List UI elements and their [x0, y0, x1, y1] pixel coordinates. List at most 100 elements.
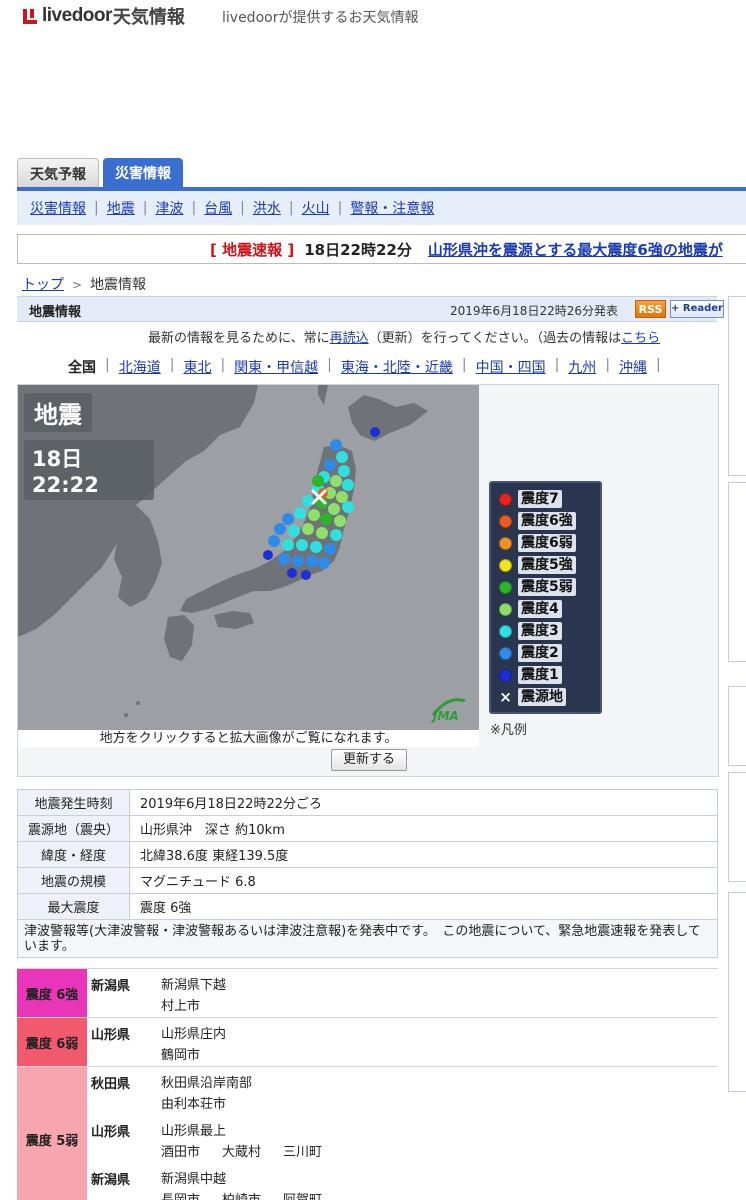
intensity-row: 震度 6弱 山形県 山形県庄内 鶴岡市	[17, 1017, 718, 1067]
legend-dot-icon	[499, 580, 512, 594]
update-button[interactable]: 更新する	[331, 749, 407, 771]
region-current: 全国	[68, 360, 96, 376]
reload-note: 最新の情報を見るために、常に再読込（更新）を行ってください。（過去の情報はこちら	[148, 331, 661, 346]
tab-weather-forecast[interactable]: 天気予報	[17, 158, 99, 188]
table-row: 地震の規模 マグニチュード 6.8	[17, 867, 718, 894]
breadcrumb-current: 地震情報	[90, 277, 147, 293]
area-region: 新潟県中越	[161, 1172, 227, 1187]
map-time: 18日22:22	[24, 440, 154, 500]
area-region: 山形県最上	[161, 1124, 227, 1139]
legend-dot-icon	[499, 492, 512, 506]
subnav-disaster-info[interactable]: 災害情報	[30, 198, 86, 218]
region-chugoku[interactable]: 中国・四国	[476, 357, 546, 377]
area-region: 新潟県下越	[161, 978, 227, 993]
tsunami-note: 津波警報等(大津波警報・津波警報あるいは津波注意報)を発表中です。 この地震につ…	[17, 919, 718, 958]
info-header: 地震情報 2019年6月18日22時26分発表 RSS + Reader	[17, 296, 724, 322]
area-list: 新潟県下越 村上市	[159, 968, 718, 1018]
sidebar-box	[728, 296, 746, 476]
city: 由利本荘市	[161, 1097, 227, 1112]
reader-button[interactable]: + Reader	[670, 300, 724, 318]
row-value: マグニチュード 6.8	[129, 867, 718, 894]
intensity-row: 震度 6強 新潟県 新潟県下越 村上市	[17, 968, 718, 1018]
intensity-legend: 震度7 震度6強 震度6弱 震度5強 震度5弱 震度4 震度3 震度2 震度1 …	[489, 481, 602, 714]
region-kanto[interactable]: 関東・甲信越	[234, 357, 318, 377]
subnav-divider: |	[337, 200, 343, 216]
area-list: 新潟県中越 長岡市 柏崎市 阿賀町	[159, 1163, 718, 1200]
region-nav: 全国 | 北海道 | 東北 | 関東・甲信越 | 東海・北陸・近畿 | 中国・四国 | 九州…	[68, 357, 661, 377]
reload-link[interactable]: 再読込	[330, 331, 369, 346]
legend-item: 震度6強	[499, 510, 592, 532]
flash-headline-link[interactable]: 山形県沖を震源とする最大震度6強の地震が	[428, 239, 723, 260]
city: 阿賀町	[283, 1190, 322, 1200]
brand-suffix: 天気情報	[112, 7, 185, 28]
legend-item: 震度7	[499, 488, 592, 510]
table-row: 津波警報等(大津波警報・津波警報あるいは津波注意報)を発表中です。 この地震につ…	[17, 919, 718, 958]
legend-item: 震度5弱	[499, 576, 592, 598]
breadcrumb-home[interactable]: トップ	[22, 277, 64, 293]
map-label-box: 地震 18日22:22	[24, 393, 154, 500]
livedoor-logo-icon	[22, 7, 38, 25]
intensity-level: 震度 5弱	[17, 1066, 87, 1200]
earthquake-flash-bar: [ 地震速報 ] 18日22時22分 山形県沖を震源とする最大震度6強の地震が	[17, 234, 746, 264]
city: 長岡市	[161, 1190, 200, 1200]
region-tokai[interactable]: 東海・北陸・近畿	[341, 357, 453, 377]
sidebar-box	[728, 686, 746, 766]
subnav-divider: |	[142, 200, 148, 216]
intensity-map[interactable]: 地震 18日22:22 JMA	[18, 385, 479, 730]
prefecture: 山形県	[91, 1125, 131, 1140]
region-kyushu[interactable]: 九州	[568, 357, 596, 377]
legend-dot-icon	[499, 668, 512, 682]
intensity-table: 震度 6強 新潟県 新潟県下越 村上市 震度 6弱 山形県 山形県庄内 鶴岡市 …	[17, 968, 718, 1200]
row-label: 緯度・経度	[17, 841, 130, 868]
legend-dot-icon	[499, 558, 512, 572]
prefecture: 新潟県	[87, 968, 159, 1018]
table-row: 地震発生時刻 2019年6月18日22時22分ごろ	[17, 789, 718, 816]
area-list: 山形県庄内 鶴岡市	[159, 1017, 718, 1067]
subnav-earthquake[interactable]: 地震	[107, 198, 135, 218]
row-label: 地震発生時刻	[17, 789, 130, 816]
region-tohoku[interactable]: 東北	[183, 357, 211, 377]
earthquake-info-table: 地震発生時刻 2019年6月18日22時22分ごろ 震源地（震央） 山形県沖 深さ …	[17, 789, 718, 958]
legend-item: 震度2	[499, 642, 592, 664]
map-panel: 地震 18日22:22 JMA 地方をクリックすると拡大画像がご覧になれます。 …	[17, 384, 719, 777]
legend-dot-icon	[499, 602, 512, 616]
brand-name: livedoor	[42, 5, 112, 26]
site-logo[interactable]: livedoor 天気情報	[22, 3, 185, 29]
region-hokkaido[interactable]: 北海道	[119, 357, 161, 377]
disaster-sub-nav: 災害情報 | 地震 | 津波 | 台風 | 洪水 | 火山 | 警報・注意報	[17, 191, 746, 225]
region-okinawa[interactable]: 沖縄	[619, 357, 647, 377]
table-row: 最大震度 震度 6強	[17, 893, 718, 920]
published-time: 2019年6月18日22時26分発表	[450, 304, 618, 318]
table-row: 震源地（震央） 山形県沖 深さ 約10km	[17, 815, 718, 842]
tab-disaster-info[interactable]: 災害情報	[103, 158, 183, 188]
rss-button[interactable]: RSS	[635, 300, 666, 318]
city: 三川町	[283, 1145, 323, 1160]
subnav-divider: |	[94, 200, 99, 216]
sidebar-box	[728, 892, 746, 1092]
subnav-flood[interactable]: 洪水	[253, 198, 281, 218]
subnav-volcano[interactable]: 火山	[302, 198, 330, 218]
flash-tag: [ 地震速報 ]	[210, 240, 295, 259]
row-value: 北緯38.6度 東経139.5度	[129, 841, 718, 868]
prefecture: 新潟県	[91, 1173, 131, 1188]
intensity-level: 震度 6強	[17, 968, 87, 1018]
area-region: 秋田県沿岸南部	[161, 1076, 253, 1091]
svg-text:JMA: JMA	[431, 709, 459, 723]
info-title: 地震情報	[29, 305, 82, 320]
subnav-typhoon[interactable]: 台風	[204, 198, 232, 218]
city: 酒田市	[161, 1145, 201, 1160]
legend-dot-icon	[499, 536, 512, 550]
area-list: 山形県最上 酒田市 大蔵村 三川町	[159, 1115, 718, 1163]
city: 鶴岡市	[161, 1048, 201, 1063]
past-info-link[interactable]: こちら	[621, 331, 660, 346]
city: 村上市	[161, 999, 201, 1014]
prefecture: 秋田県	[87, 1066, 159, 1115]
sidebar-box	[728, 772, 746, 882]
legend-dot-icon	[499, 646, 512, 660]
subnav-warnings[interactable]: 警報・注意報	[350, 198, 434, 218]
legend-note: ※凡例	[490, 723, 527, 738]
subnav-tsunami[interactable]: 津波	[155, 198, 183, 218]
subnav-divider: |	[288, 200, 294, 216]
legend-item: 震度6弱	[499, 532, 592, 554]
prefecture: 山形県	[87, 1017, 159, 1067]
